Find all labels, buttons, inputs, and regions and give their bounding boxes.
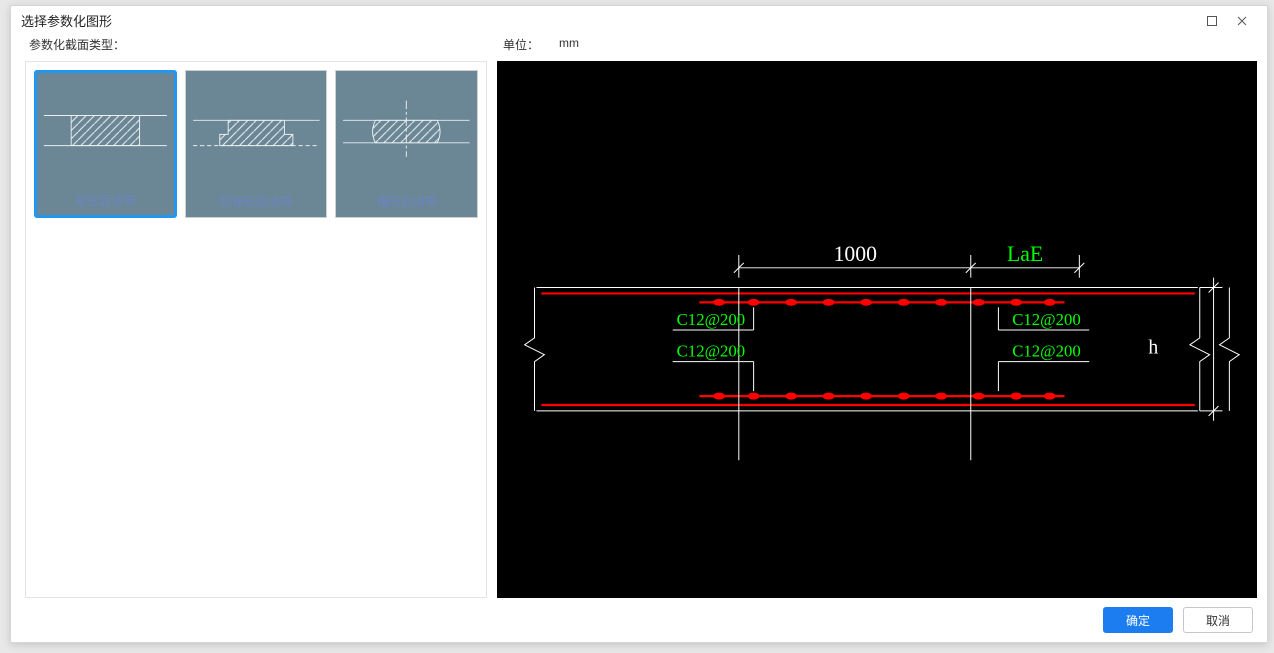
section-drawing: 1000 LaE [497, 61, 1257, 598]
thumbnail-list: 矩形后浇带 [25, 61, 487, 598]
rebar-label-top-right: C12@200 [1012, 310, 1081, 329]
thumb-label: 矩形后浇带 [37, 185, 174, 215]
thumb-stepped-strip-icon [186, 71, 327, 187]
dialog-window: 选择参数化图形 参数化截面类型： [10, 5, 1268, 643]
content-area: 参数化截面类型： [11, 36, 1267, 598]
dim-ext-text: LaE [1007, 242, 1043, 266]
unit-row: 单位： mm [497, 36, 1257, 61]
right-pane: 单位： mm [497, 36, 1257, 598]
ok-button[interactable]: 确定 [1103, 607, 1173, 633]
left-pane: 参数化截面类型： [25, 36, 487, 598]
maximize-button[interactable] [1197, 7, 1227, 35]
thumb-channel-strip[interactable]: 槽形后浇带 [335, 70, 478, 218]
rebar-label-bot-left: C12@200 [677, 342, 746, 361]
titlebar: 选择参数化图形 [11, 6, 1267, 36]
thumb-label: 槽形后浇带 [336, 187, 477, 218]
drawing-canvas[interactable]: 1000 LaE [497, 61, 1257, 598]
dim-width-text: 1000 [834, 242, 878, 266]
thumb-rectangular-strip-icon [37, 73, 174, 185]
dim-height-text: h [1148, 337, 1158, 359]
close-icon [1237, 16, 1247, 26]
rebar-label-top-left: C12@200 [677, 310, 746, 329]
maximize-icon [1207, 16, 1217, 26]
thumb-rectangular-strip[interactable]: 矩形后浇带 [34, 70, 177, 218]
window-title: 选择参数化图形 [21, 11, 1197, 30]
thumb-channel-strip-icon [336, 71, 477, 187]
close-button[interactable] [1227, 7, 1257, 35]
footer: 确定 取消 [11, 598, 1267, 642]
thumb-stepped-strip[interactable]: 阶梯形后浇带 [185, 70, 328, 218]
thumb-label: 阶梯形后浇带 [186, 187, 327, 218]
rebar-label-bot-right: C12@200 [1012, 342, 1081, 361]
unit-label: 单位： [503, 36, 539, 53]
section-type-label: 参数化截面类型： [25, 36, 487, 61]
cancel-button[interactable]: 取消 [1183, 607, 1253, 633]
unit-value: mm [559, 36, 579, 53]
